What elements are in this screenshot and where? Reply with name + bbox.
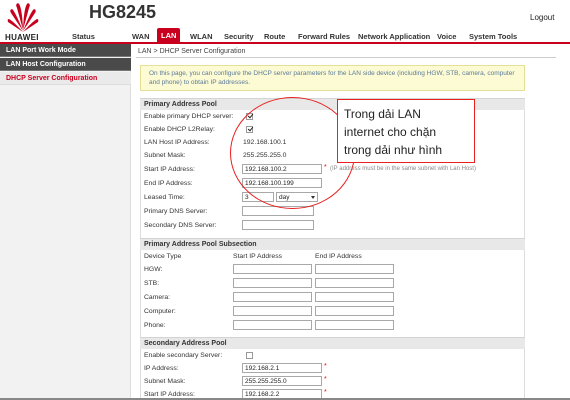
device-label-phone: Phone: — [144, 322, 166, 329]
section-secondary-pool: Secondary Address Pool — [140, 337, 525, 349]
top-nav: Status WAN LAN WLAN Security Route Forwa… — [0, 28, 570, 43]
subsection-row-stb: STB: — [140, 278, 525, 290]
subnet-mask-label: Subnet Mask: — [144, 152, 186, 159]
tab-wan[interactable]: WAN — [132, 32, 150, 41]
subsection-row-phone: Phone: — [140, 320, 525, 332]
col-start-ip: Start IP Address — [233, 253, 282, 260]
annotation-line-2: internet cho chặn — [344, 125, 437, 139]
secondary-ip-label: IP Address: — [144, 365, 179, 372]
enable-secondary-label: Enable secondary Server: — [144, 352, 223, 359]
section-pool-subsection: Primary Address Pool Subsection — [140, 238, 525, 250]
secondary-start-ip-label: Start IP Address: — [144, 391, 195, 398]
secondary-subnet-input[interactable]: 255.255.255.0 — [242, 376, 322, 386]
phone-start-ip-input[interactable] — [233, 320, 312, 330]
col-device-type: Device Type — [144, 253, 182, 260]
secondary-dns-input[interactable] — [242, 220, 314, 230]
col-end-ip: End IP Address — [315, 253, 362, 260]
row-primary-dns: Primary DNS Server: — [140, 206, 525, 218]
enable-secondary-checkbox[interactable] — [246, 352, 253, 359]
tab-voice[interactable]: Voice — [437, 32, 456, 41]
row-secondary-subnet: Subnet Mask: 255.255.255.0 * — [140, 376, 525, 388]
secondary-ip-input[interactable]: 192.168.2.1 — [242, 363, 322, 373]
required-marker: * — [324, 376, 327, 383]
tab-route[interactable]: Route — [264, 32, 285, 41]
sidebar: LAN Port Work Mode LAN Host Configuratio… — [0, 44, 131, 400]
end-ip-label: End IP Address: — [144, 180, 193, 187]
sidebar-item-lan-host-configuration[interactable]: LAN Host Configuration — [0, 58, 131, 71]
subsection-row-camera: Camera: — [140, 292, 525, 304]
sidebar-item-lan-port-work-mode[interactable]: LAN Port Work Mode — [0, 44, 131, 57]
logout-link[interactable]: Logout — [530, 13, 554, 22]
tab-system-tools[interactable]: System Tools — [469, 32, 517, 41]
row-secondary-dns: Secondary DNS Server: — [140, 220, 525, 232]
required-marker: * — [324, 389, 327, 396]
secondary-dns-label: Secondary DNS Server: — [144, 222, 217, 229]
tab-network-application[interactable]: Network Application — [358, 32, 430, 41]
model-title: HG8245 — [89, 2, 157, 22]
hgw-start-ip-input[interactable] — [233, 264, 312, 274]
row-secondary-ip: IP Address: 192.168.2.1 * — [140, 363, 525, 375]
info-notice: On this page, you can configure the DHCP… — [140, 65, 525, 91]
tab-forward-rules[interactable]: Forward Rules — [298, 32, 350, 41]
required-marker: * — [324, 363, 327, 370]
camera-start-ip-input[interactable] — [233, 292, 312, 302]
camera-end-ip-input[interactable] — [315, 292, 394, 302]
stb-end-ip-input[interactable] — [315, 278, 394, 288]
hgw-end-ip-input[interactable] — [315, 264, 394, 274]
annotation-callout: Trong dải LAN internet cho chặn trong dả… — [337, 99, 475, 163]
leased-time-label: Leased Time: — [144, 194, 185, 201]
computer-end-ip-input[interactable] — [315, 306, 394, 316]
enable-l2relay-label: Enable DHCP L2Relay: — [144, 126, 215, 133]
subsection-header-row: Device Type Start IP Address End IP Addr… — [140, 251, 525, 263]
start-ip-label: Start IP Address: — [144, 166, 195, 173]
annotation-line-1: Trong dải LAN — [344, 107, 421, 121]
device-label-camera: Camera: — [144, 294, 171, 301]
device-label-computer: Computer: — [144, 308, 176, 315]
enable-primary-label: Enable primary DHCP server: — [144, 113, 234, 120]
header: HUAWEI HG8245 Logout Status WAN LAN WLAN… — [0, 0, 570, 44]
device-label-stb: STB: — [144, 280, 160, 287]
tab-status[interactable]: Status — [72, 32, 95, 41]
tab-lan[interactable]: LAN — [157, 28, 181, 43]
sidebar-item-dhcp-server-configuration[interactable]: DHCP Server Configuration — [0, 72, 131, 85]
phone-end-ip-input[interactable] — [315, 320, 394, 330]
tab-security[interactable]: Security — [224, 32, 254, 41]
subsection-row-computer: Computer: — [140, 306, 525, 318]
device-label-hgw: HGW: — [144, 266, 163, 273]
secondary-subnet-label: Subnet Mask: — [144, 378, 186, 385]
stb-start-ip-input[interactable] — [233, 278, 312, 288]
tab-wlan[interactable]: WLAN — [190, 32, 213, 41]
breadcrumb: LAN > DHCP Server Configuration — [136, 46, 556, 58]
annotation-line-3: trong dải như hình — [344, 143, 443, 157]
subsection-row-hgw: HGW: — [140, 264, 525, 276]
primary-dns-label: Primary DNS Server: — [144, 208, 208, 215]
computer-start-ip-input[interactable] — [233, 306, 312, 316]
lan-host-ip-label: LAN Host IP Address: — [144, 139, 210, 146]
row-enable-secondary: Enable secondary Server: — [140, 350, 525, 362]
